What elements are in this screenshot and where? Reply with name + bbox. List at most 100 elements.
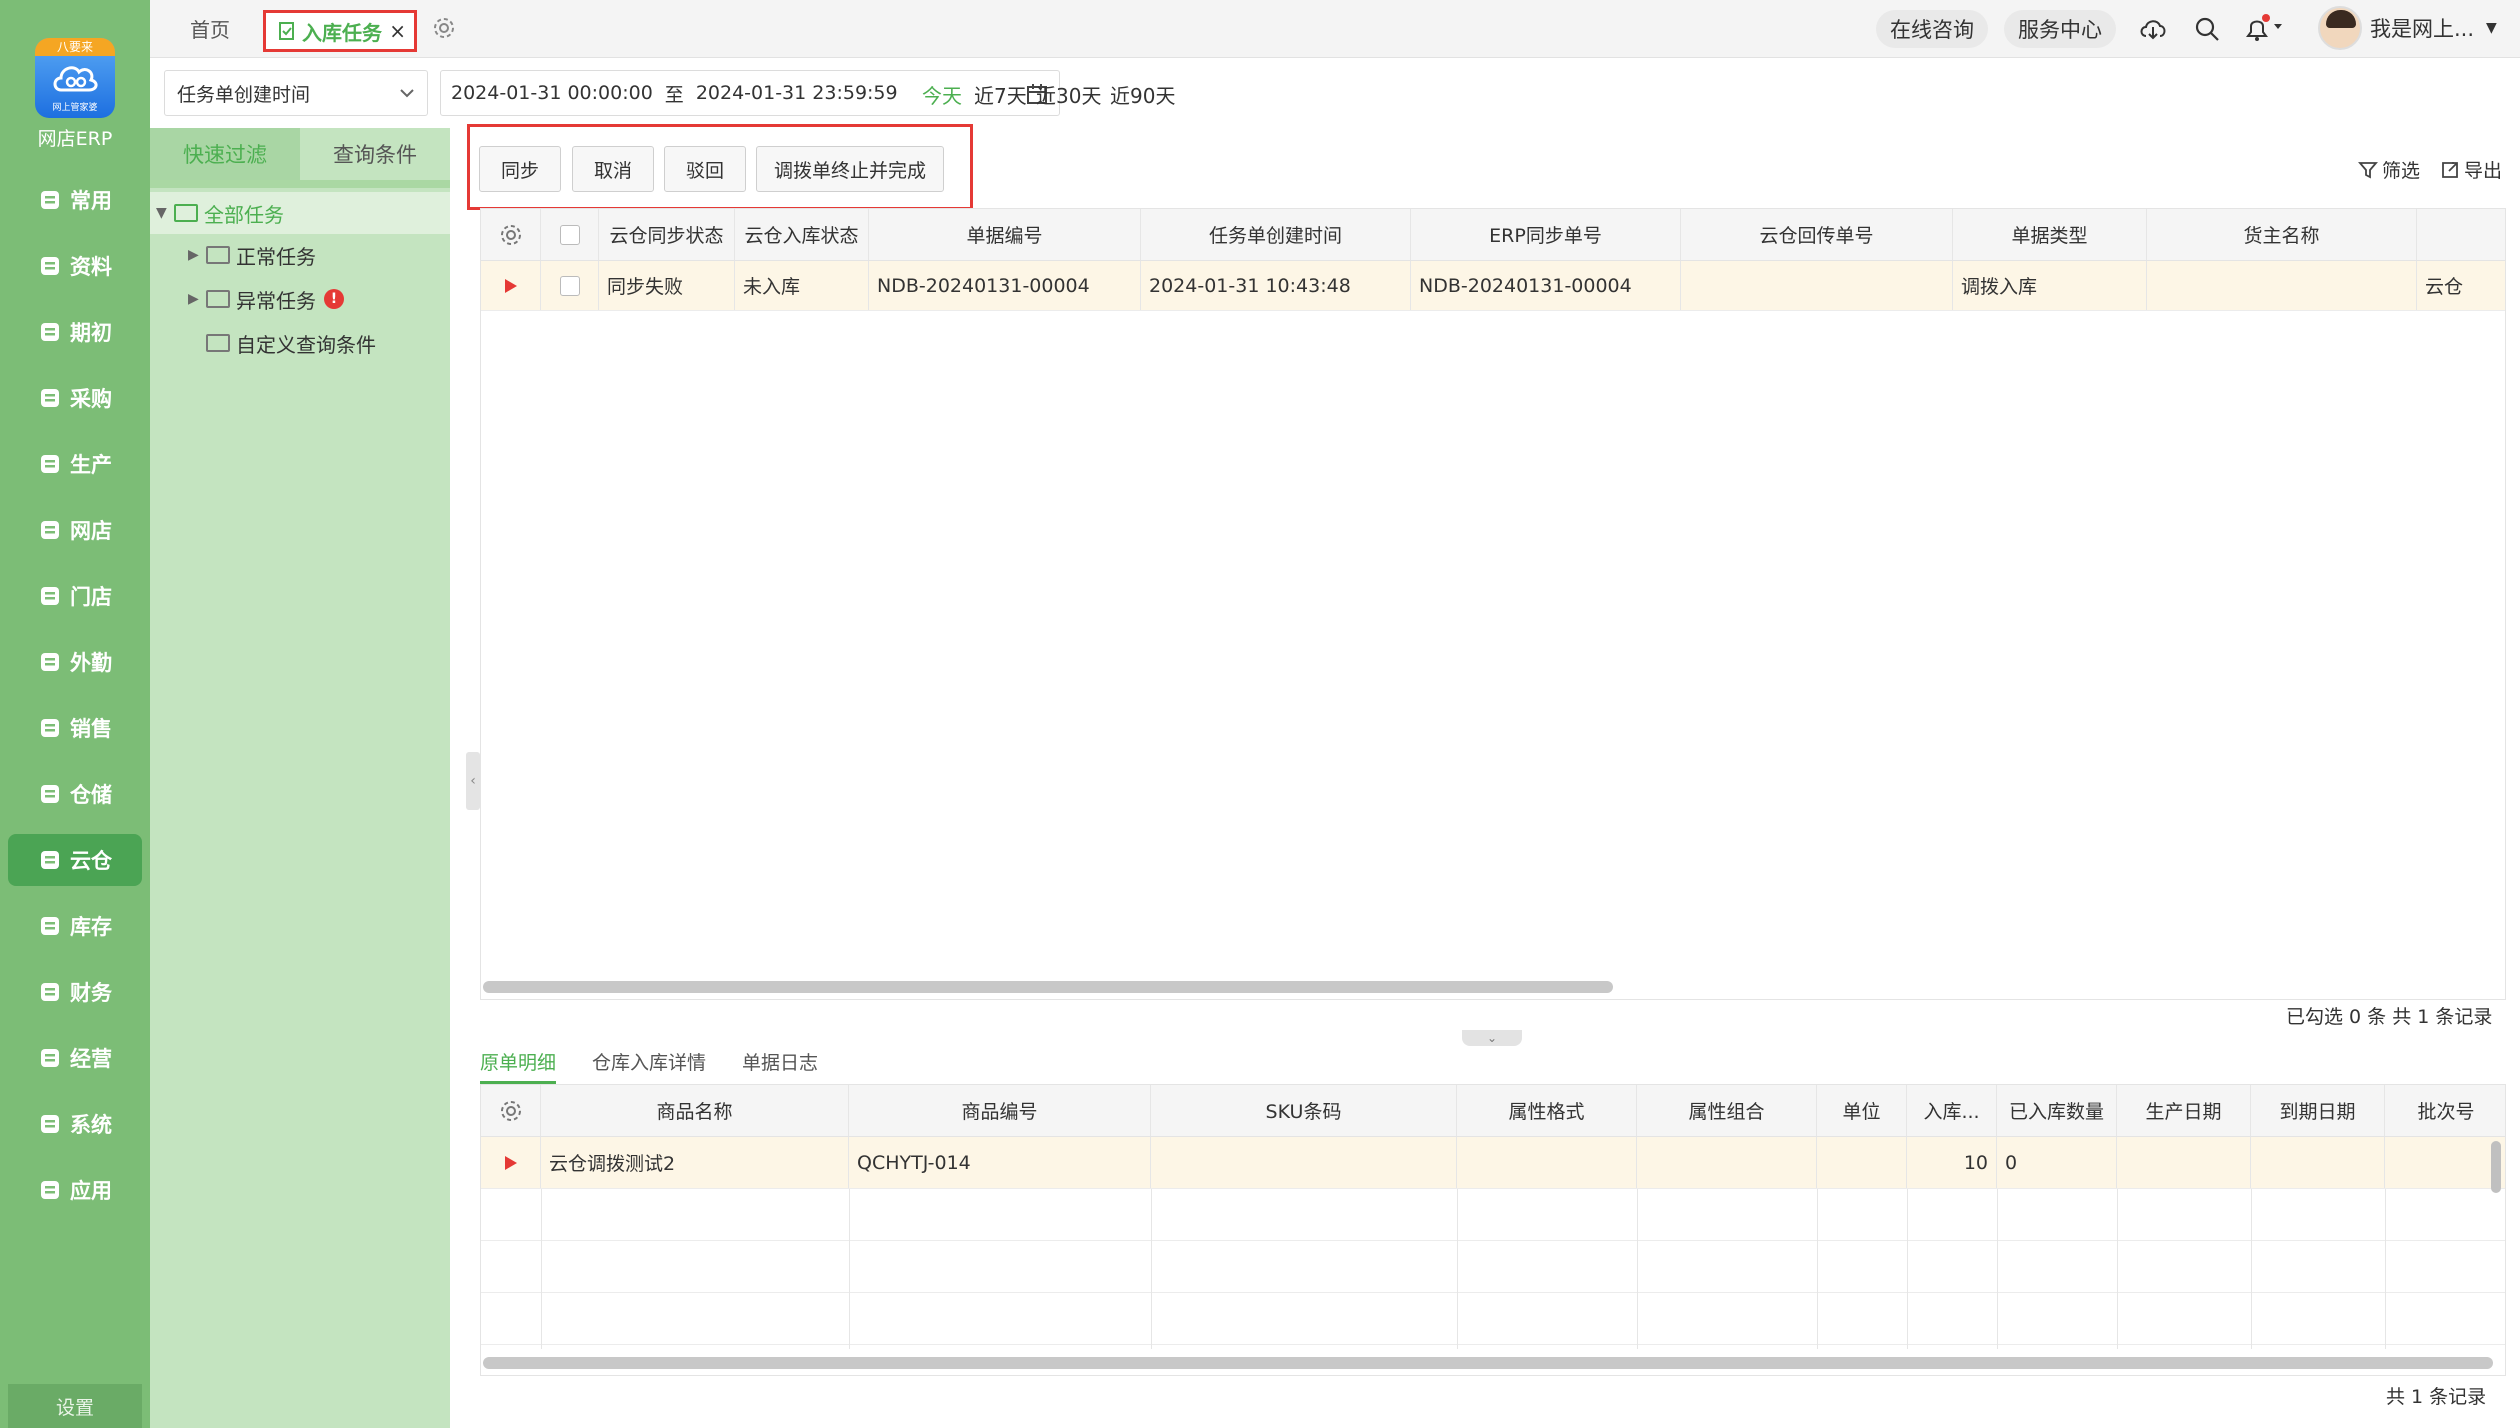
col-exp-date[interactable]: 到期日期: [2251, 1085, 2385, 1136]
warehouse-icon: [38, 782, 62, 806]
tree-item-abnormal-tasks[interactable]: ▶ 异常任务 !: [150, 278, 450, 320]
col-received-qty[interactable]: 已入库数量: [1997, 1085, 2117, 1136]
tab-warehouse-inbound-detail[interactable]: 仓库入库详情: [592, 1044, 706, 1084]
tab-doc-log[interactable]: 单据日志: [742, 1044, 818, 1084]
nav-item-11[interactable]: 云仓: [8, 834, 142, 886]
tab-original-detail[interactable]: 原单明细: [480, 1044, 557, 1084]
folder-icon: [206, 290, 230, 308]
cloud-download-icon[interactable]: [2138, 14, 2168, 44]
notification-bell-icon[interactable]: [2242, 14, 2290, 44]
terminate-transfer-button[interactable]: 调拨单终止并完成: [756, 146, 944, 192]
online-consult-button[interactable]: 在线咨询: [1876, 10, 1988, 48]
reject-button[interactable]: 驳回: [664, 146, 746, 192]
chevron-down-icon: [400, 89, 414, 98]
nav-item-label: 期初: [70, 321, 112, 345]
cell-doc-type: 调拨入库: [1953, 261, 2147, 310]
quick-today[interactable]: 今天: [922, 80, 962, 109]
col-inbound-status[interactable]: 云仓入库状态: [735, 209, 869, 260]
user-menu[interactable]: 我是网上... ▼: [2318, 6, 2497, 50]
quick-30days[interactable]: 近30天: [1036, 80, 1101, 109]
col-batch[interactable]: 批次号: [2385, 1085, 2507, 1136]
date-type-select[interactable]: 任务单创建时间: [164, 70, 428, 116]
col-owner[interactable]: 货主名称: [2147, 209, 2417, 260]
nav-item-13[interactable]: 财务: [8, 966, 142, 1018]
col-attr-format[interactable]: 属性格式: [1457, 1085, 1637, 1136]
cell-batch: [2385, 1137, 2495, 1188]
tree-item-custom-query[interactable]: 自定义查询条件: [150, 322, 450, 364]
app-logo[interactable]: 八要来 网上管家婆: [35, 38, 115, 118]
nav-item-1[interactable]: 常用: [8, 174, 142, 226]
vertical-scrollbar[interactable]: [2491, 1141, 2501, 1193]
nav-item-label: 门店: [70, 585, 112, 609]
detail-table: 商品名称 商品编号 SKU条码 属性格式 属性组合 单位 入库... 已入库数量…: [480, 1084, 2506, 1376]
col-doc-no[interactable]: 单据编号: [869, 209, 1141, 260]
tree-expand-icon[interactable]: ▶: [188, 247, 206, 263]
col-inbound-qty[interactable]: 入库...: [1907, 1085, 1997, 1136]
nav-item-5[interactable]: 生产: [8, 438, 142, 490]
tree-item-normal-tasks[interactable]: ▶ 正常任务: [150, 234, 450, 276]
nav-item-4[interactable]: 采购: [8, 372, 142, 424]
nav-item-8[interactable]: 外勤: [8, 636, 142, 688]
date-to[interactable]: 2024-01-31 23:59:59: [696, 82, 898, 104]
col-product-code[interactable]: 商品编号: [849, 1085, 1151, 1136]
cell-inbound-status: 未入库: [735, 261, 869, 310]
col-sync-status[interactable]: 云仓同步状态: [599, 209, 735, 260]
search-icon[interactable]: [2192, 14, 2222, 44]
nav-item-7[interactable]: 门店: [8, 570, 142, 622]
col-doc-type[interactable]: 单据类型: [1953, 209, 2147, 260]
tree-expand-icon[interactable]: ▶: [188, 291, 206, 307]
tab-settings-gear-icon[interactable]: [432, 16, 456, 40]
tab-query-conditions[interactable]: 查询条件: [300, 128, 450, 180]
nav-item-label: 生产: [70, 453, 112, 477]
nav-item-3[interactable]: 期初: [8, 306, 142, 358]
nav-item-15[interactable]: 系统: [8, 1098, 142, 1150]
expand-detail-handle-icon[interactable]: ⌄: [1462, 1030, 1522, 1046]
col-created-time[interactable]: 任务单创建时间: [1141, 209, 1411, 260]
table-row[interactable]: 同步失败 未入库 NDB-20240131-00004 2024-01-31 1…: [481, 261, 2505, 311]
sync-button[interactable]: 同步: [479, 146, 561, 192]
export-button[interactable]: 导出: [2440, 156, 2502, 183]
date-range-picker[interactable]: 2024-01-31 00:00:00 至 2024-01-31 23:59:5…: [440, 70, 1060, 116]
horizontal-scrollbar[interactable]: [483, 1357, 2493, 1369]
cancel-button[interactable]: 取消: [572, 146, 654, 192]
horizontal-scrollbar[interactable]: [483, 981, 1613, 993]
col-callback-no[interactable]: 云仓回传单号: [1681, 209, 1953, 260]
tab-inbound-task[interactable]: 入库任务 ×: [263, 10, 417, 52]
collapse-panel-handle[interactable]: ‹: [466, 752, 480, 810]
table-row[interactable]: 云仓调拨测试2 QCHYTJ-014 10 0: [481, 1137, 2505, 1189]
nav-item-6[interactable]: 网店: [8, 504, 142, 556]
quick-90days[interactable]: 近90天: [1110, 80, 1175, 109]
quick-7days[interactable]: 近7天: [974, 80, 1027, 109]
cell-product-name: 云仓调拨测试2: [541, 1137, 849, 1188]
col-erp-no[interactable]: ERP同步单号: [1411, 209, 1681, 260]
nav-item-14[interactable]: 经营: [8, 1032, 142, 1084]
filter-button[interactable]: 筛选: [2358, 156, 2420, 183]
folder-icon: [206, 334, 230, 352]
col-sku[interactable]: SKU条码: [1151, 1085, 1457, 1136]
chevron-down-icon: ▼: [2486, 20, 2497, 36]
column-settings-gear-icon[interactable]: [481, 209, 541, 260]
inventory-icon: [38, 914, 62, 938]
service-center-button[interactable]: 服务中心: [2004, 10, 2116, 48]
close-tab-icon[interactable]: ×: [389, 19, 406, 43]
tree-item-label: 全部任务: [204, 202, 284, 227]
select-all-checkbox[interactable]: [541, 209, 599, 260]
col-product-name[interactable]: 商品名称: [541, 1085, 849, 1136]
row-checkbox[interactable]: [541, 261, 599, 310]
nav-item-2[interactable]: 资料: [8, 240, 142, 292]
tab-quick-filter[interactable]: 快速过滤: [150, 128, 300, 180]
date-from[interactable]: 2024-01-31 00:00:00: [451, 82, 653, 104]
settings-button[interactable]: 设置: [8, 1384, 142, 1428]
col-unit[interactable]: 单位: [1817, 1085, 1907, 1136]
col-attr-combo[interactable]: 属性组合: [1637, 1085, 1817, 1136]
tree-item-all-tasks[interactable]: ▼ 全部任务: [150, 192, 450, 234]
nav-item-9[interactable]: 销售: [8, 702, 142, 754]
filter-funnel-icon: [2358, 161, 2378, 178]
nav-item-12[interactable]: 库存: [8, 900, 142, 952]
col-mfg-date[interactable]: 生产日期: [2117, 1085, 2251, 1136]
nav-item-10[interactable]: 仓储: [8, 768, 142, 820]
column-settings-gear-icon[interactable]: [481, 1085, 541, 1136]
tree-expand-icon[interactable]: ▼: [156, 205, 174, 221]
nav-item-16[interactable]: 应用: [8, 1164, 142, 1216]
tab-home[interactable]: 首页: [190, 14, 230, 43]
